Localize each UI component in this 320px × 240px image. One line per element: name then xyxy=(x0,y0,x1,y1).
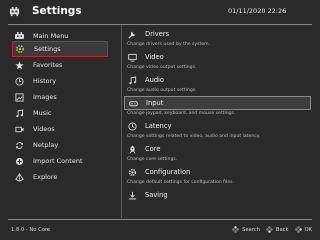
page-title: Settings xyxy=(32,5,82,17)
drivers-icon xyxy=(128,30,137,39)
star-icon xyxy=(14,60,24,70)
settings-item-audio[interactable]: Audio Change audio output settings. xyxy=(124,73,311,96)
history-icon xyxy=(14,76,24,86)
settings-item-label: Latency xyxy=(145,122,172,130)
image-icon xyxy=(14,92,24,102)
plus-icon xyxy=(14,156,24,166)
ok-button-icon xyxy=(294,226,302,233)
settings-item-row[interactable]: Configuration xyxy=(124,165,311,179)
button-hints: Search Back OK xyxy=(226,225,312,234)
settings-item-description: Change core settings. xyxy=(127,157,178,162)
clock-display: 01/11/2020 22:26 xyxy=(228,7,287,15)
sidebar-item-settings[interactable]: Settings xyxy=(12,41,108,57)
retroarch-window: Settings 01/11/2020 22:26 Main Menu Sett… xyxy=(0,0,320,240)
settings-item-label: Configuration xyxy=(145,168,191,176)
settings-item-description: Change default settings for configuratio… xyxy=(127,180,235,185)
core-icon xyxy=(128,145,137,154)
settings-item-label: Input xyxy=(146,99,164,107)
settings-item-saving[interactable]: Saving xyxy=(124,188,311,211)
audio-icon xyxy=(128,75,137,85)
footer-divider xyxy=(8,219,312,220)
video-icon xyxy=(14,124,24,134)
settings-item-core[interactable]: Core Change core settings. xyxy=(124,142,311,165)
settings-item-row[interactable]: Input xyxy=(124,96,311,110)
sidebar-item-label: History xyxy=(33,77,57,85)
sidebar-item-videos[interactable]: Videos xyxy=(12,121,108,137)
sidebar-item-favorites[interactable]: Favorites xyxy=(12,57,108,73)
main-menu-icon xyxy=(14,31,24,41)
saving-icon xyxy=(128,191,137,200)
header-bar: Settings 01/11/2020 22:26 xyxy=(0,0,320,24)
netplay-icon xyxy=(14,140,24,150)
settings-item-description: Change settings related to video, audio … xyxy=(127,134,261,139)
hint-label: Search xyxy=(242,226,260,233)
hint-ok[interactable]: OK xyxy=(294,226,313,233)
sidebar-item-images[interactable]: Images xyxy=(12,89,108,105)
settings-item-label: Core xyxy=(145,145,161,153)
sidebar-item-label: Main Menu xyxy=(33,32,69,40)
settings-item-configuration[interactable]: Configuration Change default settings fo… xyxy=(124,165,311,188)
sidebar-item-label: Music xyxy=(33,109,52,117)
input-icon xyxy=(129,99,138,108)
gear-icon xyxy=(15,44,25,54)
latency-icon xyxy=(128,121,137,131)
settings-item-row[interactable]: Drivers xyxy=(124,27,311,41)
settings-item-drivers[interactable]: Drivers Change drivers used by the syste… xyxy=(124,27,311,50)
sidebar-item-label: Import Content xyxy=(33,157,83,165)
settings-item-label: Audio xyxy=(145,76,165,84)
retroarch-logo-icon xyxy=(9,6,20,17)
settings-item-row[interactable]: Latency xyxy=(124,119,311,133)
hint-back[interactable]: Back xyxy=(266,226,289,233)
configuration-icon xyxy=(128,168,137,177)
core-status-label: 1.8.0 - No Core xyxy=(11,227,51,233)
sidebar-item-label: Explore xyxy=(33,173,58,181)
sidebar-item-label: Favorites xyxy=(33,61,63,69)
settings-item-video[interactable]: Video Change video output settings. xyxy=(124,50,311,73)
settings-item-row[interactable]: Core xyxy=(124,142,311,156)
sidebar-item-netplay[interactable]: Netplay xyxy=(12,137,108,153)
music-icon xyxy=(14,108,24,118)
sidebar-item-label: Videos xyxy=(33,125,55,133)
settings-item-latency[interactable]: Latency Change settings related to video… xyxy=(124,119,311,142)
sidebar-item-label: Netplay xyxy=(33,141,59,149)
settings-item-row[interactable]: Audio xyxy=(124,73,311,87)
sidebar-item-label: Settings xyxy=(34,45,61,53)
sidebar: Main Menu Settings Favorites History Ima… xyxy=(8,25,116,215)
video-output-icon xyxy=(128,53,137,62)
settings-item-label: Video xyxy=(145,53,164,61)
settings-item-label: Drivers xyxy=(145,30,170,38)
hint-search[interactable]: Search xyxy=(232,226,260,233)
settings-item-label: Saving xyxy=(145,191,168,199)
back-button-icon xyxy=(266,226,273,233)
settings-item-row[interactable]: Video xyxy=(124,50,311,64)
settings-item-description: Change joypad, keyboard, and mouse setti… xyxy=(127,111,236,116)
hint-label: Back xyxy=(275,226,289,233)
hint-label: OK xyxy=(304,226,313,233)
settings-item-description: Change video output settings. xyxy=(127,65,197,70)
sidebar-item-label: Images xyxy=(33,93,57,101)
settings-item-input[interactable]: Input Change joypad, keyboard, and mouse… xyxy=(124,96,311,119)
sidebar-item-music[interactable]: Music xyxy=(12,105,108,121)
search-button-icon xyxy=(232,226,239,233)
settings-item-description: Change audio output settings. xyxy=(127,88,197,93)
sidebar-item-explore[interactable]: Explore xyxy=(12,169,108,185)
explore-icon xyxy=(14,172,24,182)
sidebar-item-import-content[interactable]: Import Content xyxy=(12,153,108,169)
sidebar-item-history[interactable]: History xyxy=(12,73,108,89)
settings-item-row[interactable]: Saving xyxy=(124,188,311,202)
settings-item-description: Change drivers used by the system. xyxy=(127,42,211,47)
settings-list: Drivers Change drivers used by the syste… xyxy=(121,25,312,218)
